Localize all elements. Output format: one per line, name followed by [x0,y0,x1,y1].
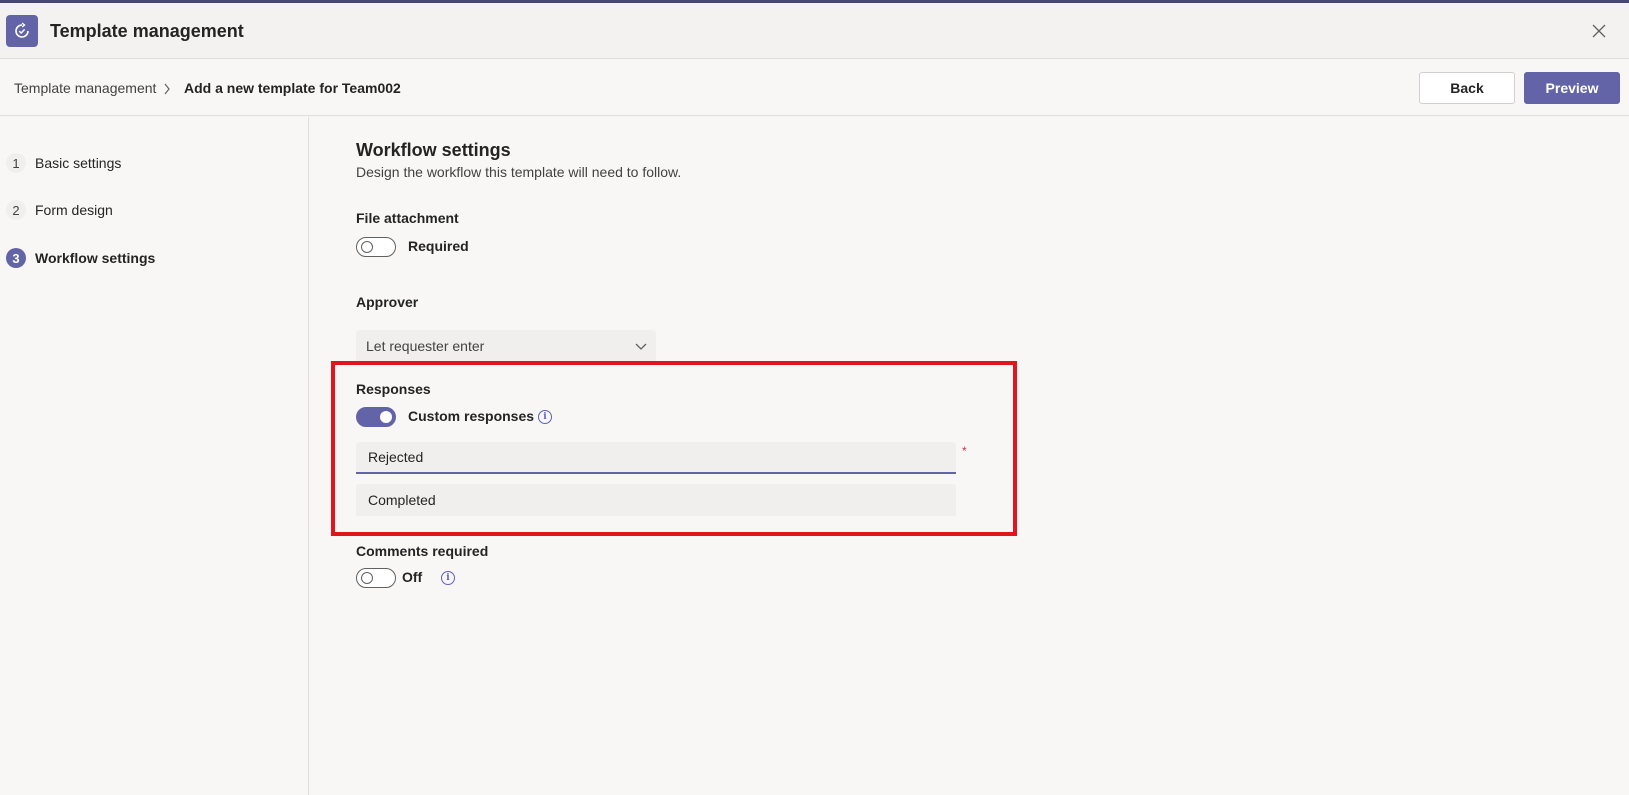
chevron-down-icon [634,339,648,358]
breadcrumb-root-link[interactable]: Template management [14,80,156,96]
breadcrumb-current: Add a new template for Team002 [184,80,401,96]
approver-selected-value: Let requester enter [366,338,485,354]
custom-responses-toggle[interactable] [356,407,396,427]
toggle-knob [380,411,392,423]
page-title: Workflow settings [356,140,511,160]
refresh-check-icon [6,15,38,47]
step-number: 2 [6,200,26,220]
response-input-completed[interactable] [356,484,956,516]
title-bar: Template management [0,3,1629,59]
info-icon[interactable]: i [441,571,455,585]
close-icon[interactable] [1589,21,1609,41]
comments-required-toggle-label: Off [402,569,423,585]
back-button[interactable]: Back [1419,72,1515,104]
step-label: Workflow settings [35,250,156,266]
step-workflow-settings[interactable]: 3 Workflow settings [6,247,155,269]
app-title: Template management [50,21,244,41]
responses-label: Responses [356,381,431,397]
approver-dropdown[interactable]: Let requester enter [356,330,656,362]
file-attachment-toggle-label: Required [408,238,469,254]
toggle-knob [361,241,373,253]
chevron-right-icon [163,82,171,100]
steps-sidebar: 1 Basic settings 2 Form design 3 Workflo… [0,117,309,795]
breadcrumb: Template management Add a new template f… [0,60,1629,116]
approver-label: Approver [356,294,419,310]
step-number: 1 [6,153,26,173]
step-form-design[interactable]: 2 Form design [6,199,113,221]
response-input-rejected[interactable] [356,442,956,474]
step-label: Form design [35,202,113,218]
required-asterisk: * [962,444,967,458]
page-subtitle: Design the workflow this template will n… [356,164,682,180]
file-attachment-label: File attachment [356,210,459,226]
step-label: Basic settings [35,155,122,171]
preview-button[interactable]: Preview [1524,72,1620,104]
step-basic-settings[interactable]: 1 Basic settings [6,152,121,174]
step-number: 3 [6,248,26,268]
file-attachment-toggle[interactable] [356,237,396,257]
custom-responses-toggle-label: Custom responses [408,408,535,424]
comments-required-toggle[interactable] [356,568,396,588]
info-icon[interactable]: i [538,410,552,424]
comments-required-label: Comments required [356,543,489,559]
workflow-settings-panel: Workflow settings Design the workflow th… [310,117,1629,795]
toggle-knob [361,572,373,584]
